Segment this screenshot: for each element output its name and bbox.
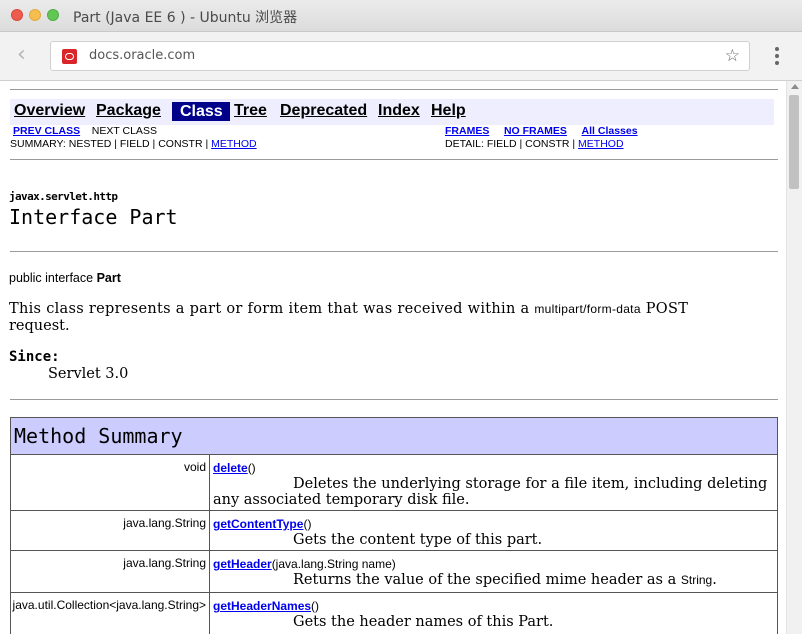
method-link-getheader[interactable]: getHeader xyxy=(213,557,272,571)
nav-overview-link[interactable]: Overview xyxy=(14,102,85,120)
nav-help-link[interactable]: Help xyxy=(431,102,466,120)
nav-deprecated-link[interactable]: Deprecated xyxy=(280,102,367,120)
summary-label: SUMMARY: NESTED | FIELD | CONSTR | xyxy=(10,138,209,150)
nav-index-link[interactable]: Index xyxy=(378,102,420,120)
since-value: Servlet 3.0 xyxy=(48,366,129,382)
method-cell: getHeaderNames() Gets the header names o… xyxy=(209,592,778,634)
description-line-1: This class represents a part or form ite… xyxy=(9,301,688,317)
scroll-up-arrow-icon[interactable] xyxy=(791,84,799,89)
nav-class-current: Class xyxy=(172,102,230,121)
method-description: Deletes the underlying storage for a fil… xyxy=(213,476,768,508)
scrollbar-thumb[interactable] xyxy=(789,95,799,189)
back-arrow-icon[interactable]: ‹ xyxy=(17,44,26,66)
detail-method-link[interactable]: METHOD xyxy=(578,138,624,150)
table-row: void delete() Deletes the underlying sto… xyxy=(10,454,778,511)
divider xyxy=(10,159,778,160)
page-scrollbar[interactable] xyxy=(786,81,802,634)
oracle-favicon-icon xyxy=(62,49,77,64)
description-text-end: POST xyxy=(645,301,689,317)
description-code: multipart/form-data xyxy=(534,302,641,316)
address-bar[interactable]: docs.oracle.com ☆ xyxy=(50,41,750,71)
divider xyxy=(10,399,778,400)
minimize-window-button[interactable] xyxy=(29,9,41,21)
next-class-label: NEXT CLASS xyxy=(91,125,157,137)
page-content: Overview Package Class Tree Deprecated I… xyxy=(0,81,786,634)
method-signature: () xyxy=(247,461,256,475)
declaration-name: Part xyxy=(96,271,121,285)
maximize-window-button[interactable] xyxy=(47,9,59,21)
frames-link[interactable]: FRAMES xyxy=(445,125,489,137)
frames-row: FRAMES NO FRAMES All Classes xyxy=(445,125,638,137)
interface-declaration: public interface Part xyxy=(9,271,121,285)
window-titlebar: Part (Java EE 6 ) - Ubuntu 浏览器 xyxy=(0,0,802,32)
class-nav-row: PREV CLASS NEXT CLASS xyxy=(13,125,157,137)
divider xyxy=(10,251,778,252)
window-title: Part (Java EE 6 ) - Ubuntu 浏览器 xyxy=(73,10,298,26)
close-window-button[interactable] xyxy=(11,9,23,21)
top-navbar: Overview Package Class Tree Deprecated I… xyxy=(10,99,774,125)
method-cell: getContentType() Gets the content type o… xyxy=(209,510,778,551)
method-summary-title: Method Summary xyxy=(10,417,778,455)
return-type: void xyxy=(10,454,210,511)
description-text: This class represents a part or form ite… xyxy=(9,301,530,317)
summary-method-link[interactable]: METHOD xyxy=(211,138,257,150)
method-signature: () xyxy=(303,517,312,531)
method-cell: delete() Deletes the underlying storage … xyxy=(209,454,778,511)
method-link-getcontenttype[interactable]: getContentType xyxy=(213,517,303,531)
method-link-delete[interactable]: delete xyxy=(213,461,248,475)
since-label: Since: xyxy=(9,349,60,365)
return-type: java.util.Collection<java.lang.String> xyxy=(10,592,210,634)
detail-row: DETAIL: FIELD | CONSTR | METHOD xyxy=(445,138,624,150)
table-row: java.lang.String getContentType() Gets t… xyxy=(10,510,778,551)
declaration-prefix: public interface xyxy=(9,271,94,285)
method-description: Returns the value of the specified mime … xyxy=(213,572,774,588)
summary-row: SUMMARY: NESTED | FIELD | CONSTR | METHO… xyxy=(10,138,257,150)
method-signature: () xyxy=(311,599,320,613)
url-text[interactable]: docs.oracle.com xyxy=(89,48,195,63)
return-type: java.lang.String xyxy=(10,550,210,593)
divider xyxy=(10,89,778,90)
table-row: java.lang.String getHeader(java.lang.Str… xyxy=(10,550,778,593)
method-cell: getHeader(java.lang.String name) Returns… xyxy=(209,550,778,593)
prev-class-link[interactable]: PREV CLASS xyxy=(13,125,80,137)
method-link-getheadernames[interactable]: getHeaderNames xyxy=(213,599,311,613)
method-signature: (java.lang.String name) xyxy=(271,557,396,571)
table-row: java.util.Collection<java.lang.String> g… xyxy=(10,592,778,634)
return-type: java.lang.String xyxy=(10,510,210,551)
method-description-end: . xyxy=(712,572,717,588)
all-classes-link[interactable]: All Classes xyxy=(582,125,638,137)
method-description: Gets the header names of this Part. xyxy=(293,614,554,630)
nav-package-link[interactable]: Package xyxy=(96,102,161,120)
method-summary-table: Method Summary void delete() Deletes the… xyxy=(10,417,778,634)
browser-toolbar: ‹ docs.oracle.com ☆ xyxy=(0,32,802,81)
bookmark-star-icon[interactable]: ☆ xyxy=(725,46,740,66)
detail-label: DETAIL: FIELD | CONSTR | xyxy=(445,138,576,150)
nav-tree-link[interactable]: Tree xyxy=(234,102,267,120)
method-description: Gets the content type of this part. xyxy=(293,532,543,548)
method-description-text: Returns the value of the specified mime … xyxy=(293,572,677,588)
package-name: javax.servlet.http xyxy=(9,190,118,203)
menu-dots-icon[interactable] xyxy=(771,47,783,68)
page-title: Interface Part xyxy=(9,205,178,229)
method-description-code: String xyxy=(680,573,713,587)
description-line-2: request. xyxy=(9,318,70,334)
no-frames-link[interactable]: NO FRAMES xyxy=(504,125,567,137)
